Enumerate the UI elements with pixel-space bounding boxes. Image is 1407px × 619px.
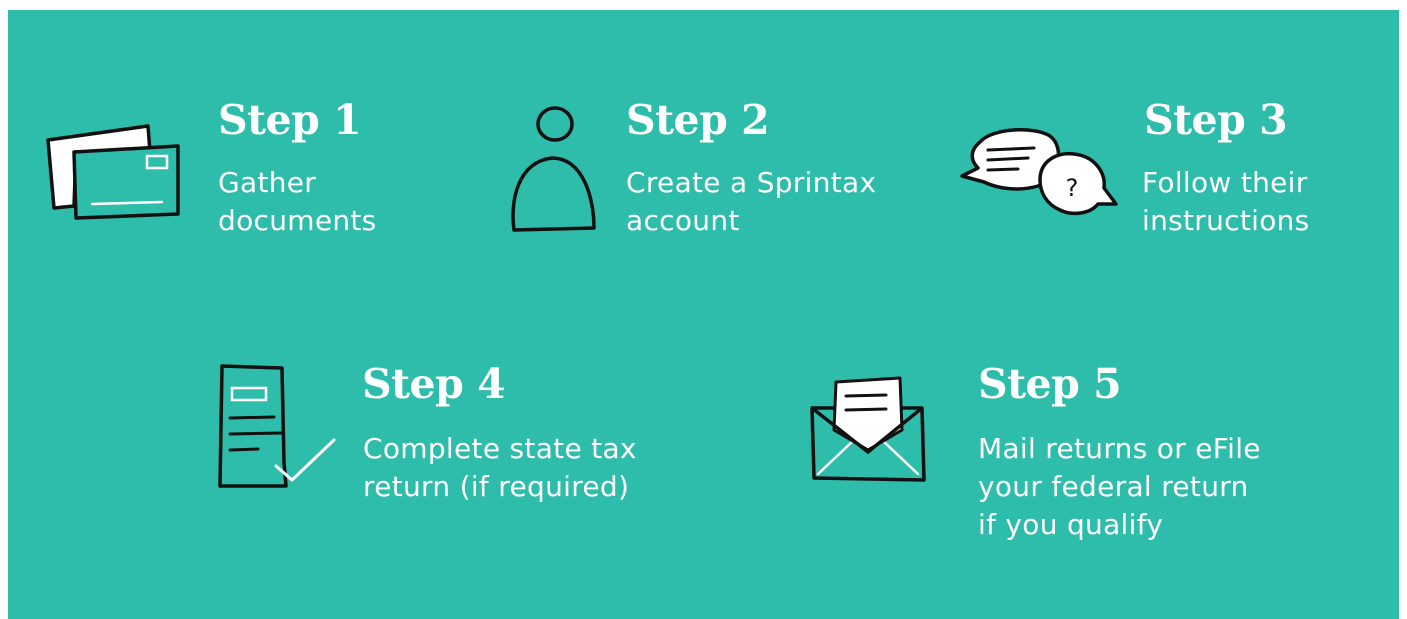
step-5-description: Mail returns or eFile your federal retur… — [978, 430, 1261, 544]
step-5-desc-line-2: your federal return — [978, 470, 1249, 503]
step-5-desc-line-3: if you qualify — [978, 508, 1164, 541]
step-3-desc-line-1: Follow their — [1142, 166, 1308, 199]
step-3-description: Follow their instructions — [1142, 164, 1310, 240]
step-4-title: Step 4 — [362, 360, 506, 408]
document-check-icon — [214, 362, 344, 492]
step-4-desc-line-1: Complete state tax — [363, 432, 637, 465]
step-2-description: Create a Sprintax account — [626, 164, 876, 240]
step-3-title: Step 3 — [1144, 96, 1288, 144]
step-4-description: Complete state tax return (if required) — [363, 430, 637, 506]
step-1-title: Step 1 — [218, 96, 362, 144]
step-2-desc-line-2: account — [626, 204, 740, 237]
step-3-desc-line-2: instructions — [1142, 204, 1310, 237]
step-1-description: Gather documents — [218, 164, 377, 240]
step-5-desc-line-1: Mail returns or eFile — [978, 432, 1261, 465]
step-1-desc-line-1: Gather — [218, 166, 317, 199]
step-2-desc-line-1: Create a Sprintax — [626, 166, 877, 199]
step-2-title: Step 2 — [626, 96, 770, 144]
svg-text:?: ? — [1066, 174, 1079, 202]
steps-panel: Step 1 Gather documents Step 2 Create a … — [8, 10, 1399, 619]
speech-bubbles-icon: ? — [958, 124, 1118, 224]
step-5-title: Step 5 — [978, 360, 1122, 408]
envelopes-icon — [44, 122, 184, 222]
step-4-desc-line-2: return (if required) — [363, 470, 630, 503]
person-icon — [508, 104, 598, 234]
step-1-desc-line-2: documents — [218, 204, 377, 237]
open-envelope-icon — [808, 374, 928, 484]
